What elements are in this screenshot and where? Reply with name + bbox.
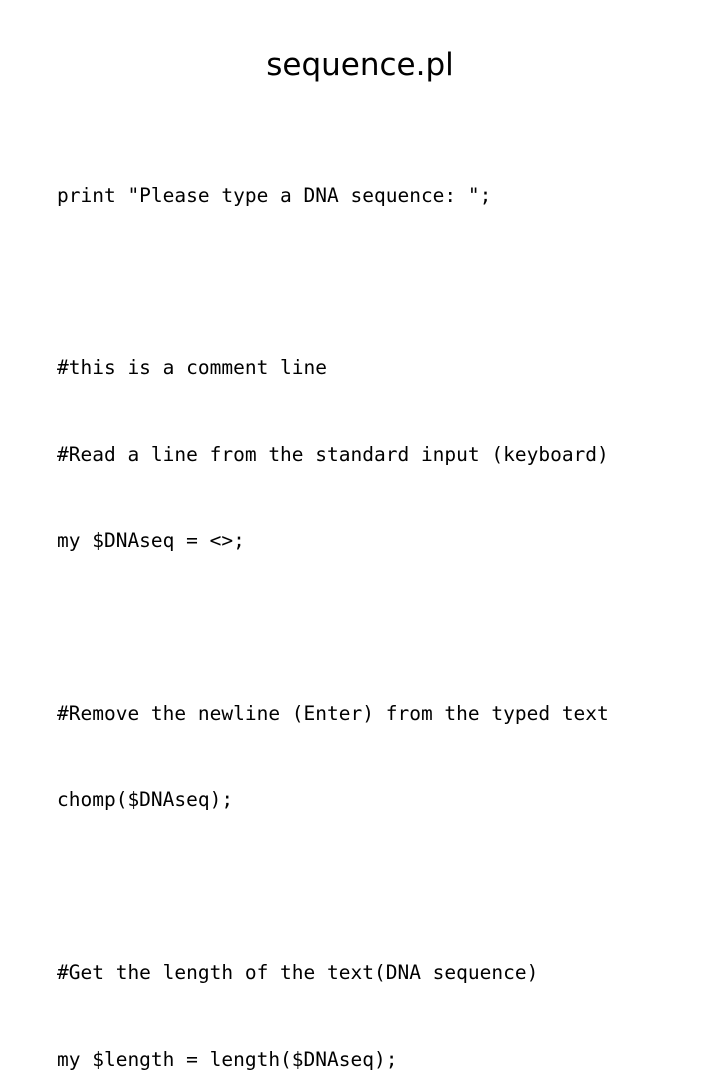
code-group-read-input: #this is a comment line #Read a line fro… [57, 297, 697, 614]
code-line: #this is a comment line [57, 356, 328, 380]
code-line: #Remove the newline (Enter) from the typ… [57, 701, 609, 725]
code-line: my $DNAseq = <>; [57, 529, 245, 553]
code-group-prompt: print "Please type a DNA sequence: "; [57, 124, 697, 268]
code-group-chomp: #Remove the newline (Enter) from the typ… [57, 642, 697, 872]
code-line: print "Please type a DNA sequence: "; [57, 183, 492, 207]
code-line: #Read a line from the standard input (ke… [57, 442, 609, 466]
code-line: #Get the length of the text(DNA sequence… [57, 961, 539, 985]
slide: sequence.pl print "Please type a DNA seq… [0, 0, 720, 1071]
code-group-length: #Get the length of the text(DNA sequence… [57, 902, 697, 1080]
code-listing: print "Please type a DNA sequence: "; #t… [57, 124, 697, 1080]
page-title: sequence.pl [266, 47, 454, 83]
code-line: chomp($DNAseq); [57, 788, 234, 812]
code-line: my $length = length($DNAseq); [57, 1047, 398, 1071]
